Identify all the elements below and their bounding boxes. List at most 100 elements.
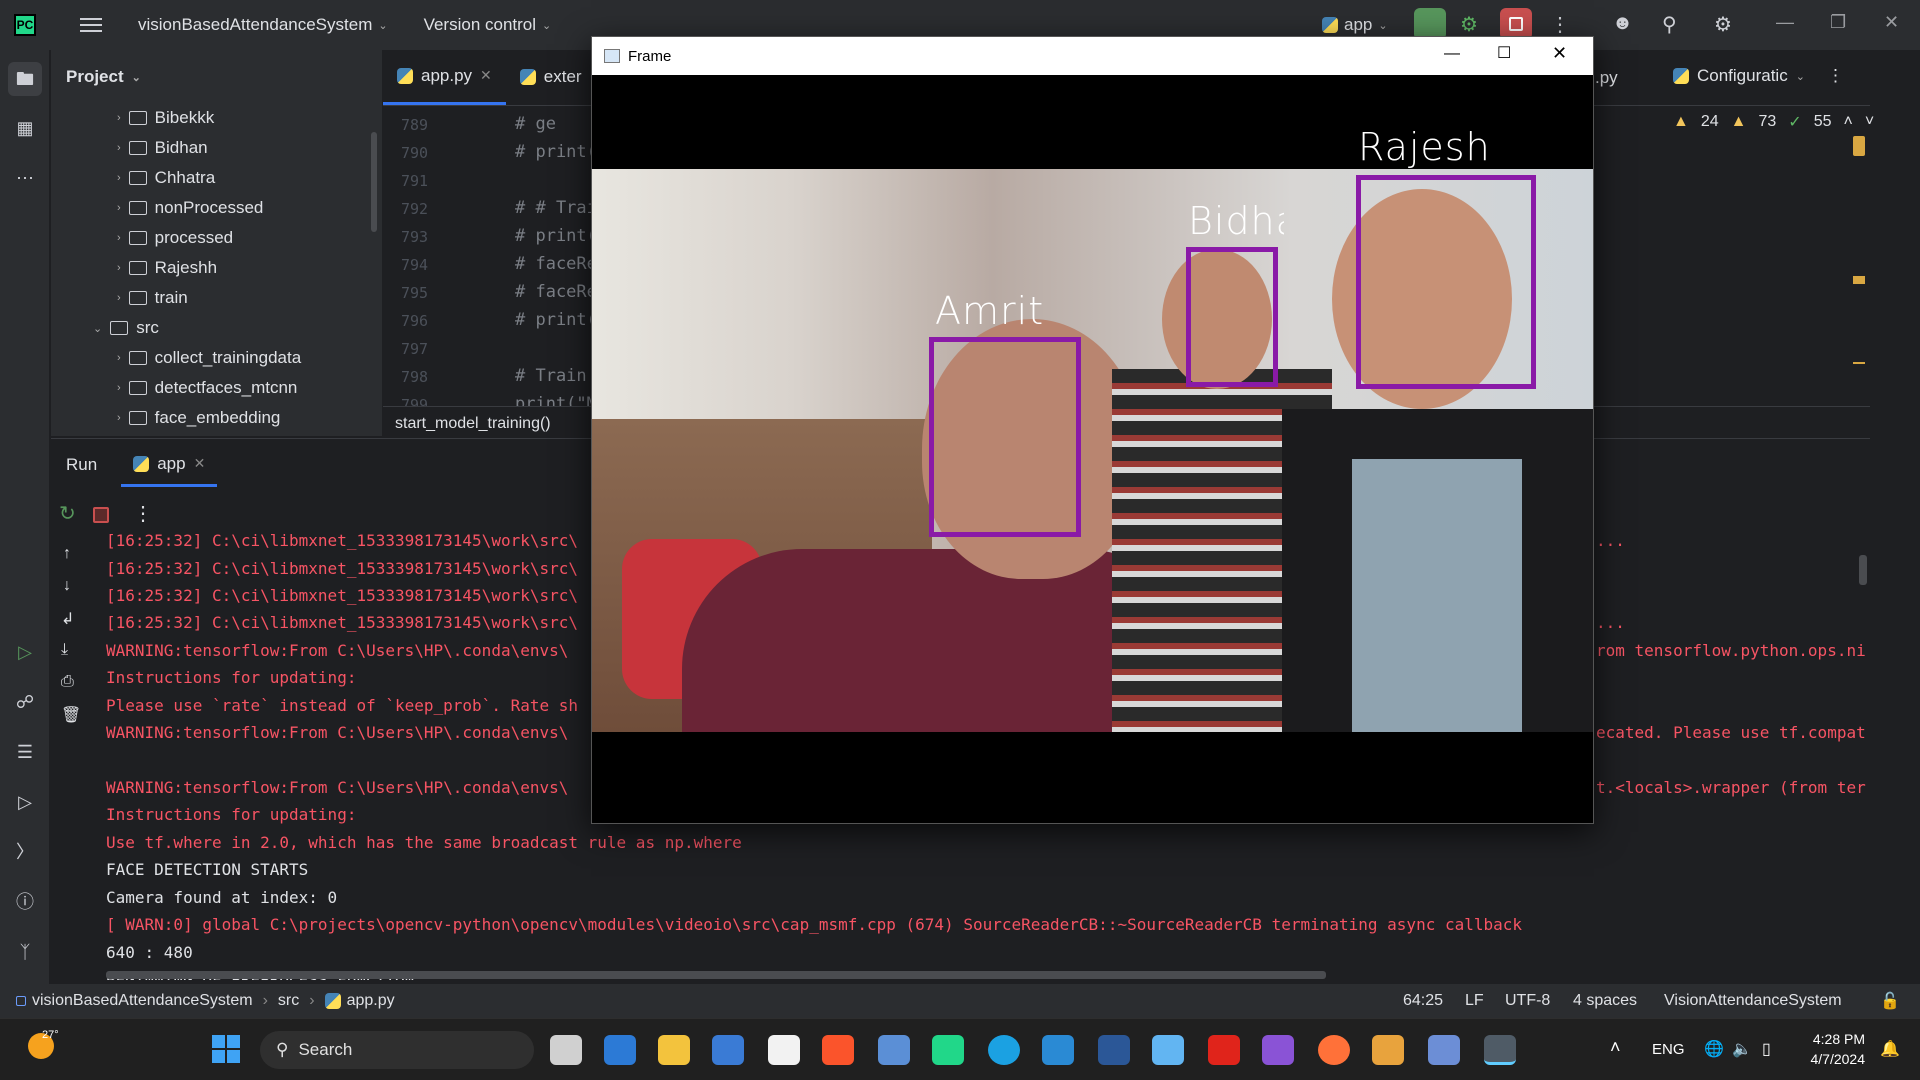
scroll-up-icon[interactable]: ↑ (63, 545, 71, 563)
indent-setting[interactable]: 4 spaces (1573, 992, 1637, 1010)
stop-icon[interactable] (93, 507, 109, 523)
soft-wrap-icon[interactable]: ↲ (61, 609, 74, 629)
git-icon[interactable]: ᛉ (13, 940, 37, 964)
layers-icon[interactable]: ☰ (13, 740, 37, 764)
add-user-icon[interactable]: ☻ (1612, 12, 1633, 35)
rerun-icon[interactable]: ↻ (59, 501, 76, 526)
scroll-to-end-icon[interactable]: ⤓ (61, 641, 68, 659)
firefox-icon[interactable] (1318, 1035, 1350, 1065)
console-horizontal-scrollbar[interactable] (106, 971, 1326, 979)
run-config-selector[interactable]: app ⌄ (1322, 15, 1388, 35)
face-bounding-box[interactable] (1186, 247, 1278, 387)
line-separator[interactable]: LF (1465, 992, 1484, 1010)
notepad-icon[interactable] (1152, 1035, 1184, 1065)
battery-icon[interactable]: ▯ (1762, 1039, 1771, 1059)
notification-bell-icon[interactable]: 🔔 (1880, 1039, 1900, 1059)
caret-position[interactable]: 64:25 (1403, 992, 1443, 1010)
face-bounding-box[interactable] (1356, 175, 1536, 389)
version-control-menu[interactable]: Version control ⌄ (424, 15, 552, 35)
chevron-down-icon[interactable]: ˅ (1865, 113, 1874, 131)
edge-icon[interactable] (988, 1035, 1020, 1065)
frame-window[interactable]: Frame — ☐ ✕ Amrit Bidhan Rajesh (591, 36, 1594, 824)
close-icon[interactable]: ✕ (1552, 43, 1567, 64)
project-header[interactable]: Project ⌄ (51, 50, 382, 104)
tree-item[interactable]: ⌄ src (93, 313, 159, 343)
acrobat-icon[interactable] (1208, 1035, 1240, 1065)
pycharm-logo-icon[interactable]: PC (14, 14, 36, 36)
code-line[interactable]: # print( (515, 142, 597, 162)
close-tab-icon[interactable]: ✕ (480, 67, 492, 84)
tree-item[interactable]: › Bibekkk (117, 103, 214, 133)
code-line[interactable]: # print( (515, 310, 597, 330)
restore-icon[interactable]: ❐ (1830, 12, 1846, 33)
notes-icon[interactable] (768, 1035, 800, 1065)
console-scrollbar[interactable] (1859, 555, 1867, 585)
visual-studio-icon[interactable] (1262, 1035, 1294, 1065)
chevron-up-icon[interactable]: ˄ (1610, 1037, 1621, 1058)
tree-item[interactable]: › Bidhan (117, 133, 208, 163)
project-scrollbar[interactable] (371, 132, 377, 232)
problems-icon[interactable]: ⓘ (13, 890, 37, 914)
debug-icon[interactable]: ⚙ (1460, 12, 1478, 37)
python-console-icon[interactable]: ☍ (13, 690, 37, 714)
configuration-tab[interactable]: Configuratic ⌄ ⋮ (1673, 66, 1844, 86)
tree-item[interactable]: › train (117, 283, 188, 313)
code-line[interactable]: # Train (515, 366, 587, 386)
frame-window-icon[interactable] (1484, 1035, 1516, 1065)
inspection-widget[interactable]: ▲ 24 ▲ 73 ✓ 55 ˄ ˅ (1673, 112, 1874, 132)
terminal-icon[interactable]: 〉 (13, 840, 37, 864)
close-icon[interactable]: ✕ (1884, 12, 1899, 33)
project-switcher[interactable]: visionBasedAttendanceSystem ⌄ (138, 15, 388, 35)
services-icon[interactable]: ▷ (13, 790, 37, 814)
vscode-icon[interactable] (1042, 1035, 1074, 1065)
code-line[interactable]: # # Trai (515, 198, 597, 218)
app-icon[interactable] (712, 1035, 744, 1065)
chevron-up-icon[interactable]: ˄ (1843, 113, 1852, 131)
warning-marker[interactable] (1853, 362, 1865, 364)
windows-start-icon[interactable] (212, 1035, 240, 1063)
more-options-icon[interactable]: ⋮ (1550, 12, 1570, 37)
run-tool-icon[interactable]: ▷ (13, 640, 37, 664)
brave-icon[interactable] (822, 1035, 854, 1065)
file-explorer-icon[interactable] (658, 1035, 690, 1065)
tree-item[interactable]: › collect_trainingdata (117, 343, 301, 373)
code-line[interactable]: print("M (515, 394, 597, 406)
git-icon[interactable] (1372, 1035, 1404, 1065)
scroll-down-icon[interactable]: ↓ (63, 577, 71, 595)
tab-app-py[interactable]: app.py ✕ (383, 49, 506, 105)
clear-all-icon[interactable]: 🗑 (61, 705, 81, 725)
tree-item[interactable]: › nonProcessed (117, 193, 263, 223)
status-project[interactable]: visionBasedAttendanceSystem (32, 992, 253, 1010)
tree-item[interactable]: › Chhatra (117, 163, 215, 193)
warning-marker[interactable] (1853, 136, 1865, 156)
minimize-icon[interactable]: — (1776, 12, 1794, 33)
task-view-icon[interactable] (550, 1035, 582, 1065)
warning-marker[interactable] (1853, 276, 1865, 284)
close-tab-icon[interactable]: ✕ (194, 455, 206, 472)
code-line[interactable]: # print( (515, 226, 597, 246)
volume-icon[interactable]: 🔈 (1732, 1039, 1752, 1059)
main-menu-icon[interactable] (80, 18, 102, 32)
clock-time[interactable]: 4:28 PM (1805, 1031, 1865, 1047)
remote-desktop-icon[interactable] (1428, 1035, 1460, 1065)
search-icon[interactable]: ⚲ (1662, 12, 1677, 37)
word-icon[interactable] (1098, 1035, 1130, 1065)
taskbar-search[interactable]: ⚲ Search (260, 1031, 534, 1069)
structure-icon[interactable]: ▦ (13, 116, 37, 140)
tree-item[interactable]: › processed (117, 223, 233, 253)
project-folder-icon[interactable]: 🖿 (8, 62, 42, 96)
code-line[interactable]: # ge (515, 114, 556, 134)
network-icon[interactable]: 🌐 (1704, 1039, 1724, 1059)
tree-item[interactable]: › Rajeshh (117, 253, 217, 283)
status-src[interactable]: src (278, 992, 299, 1010)
settings-icon[interactable]: ⚙ (1714, 12, 1732, 37)
face-bounding-box[interactable] (929, 337, 1081, 537)
chevron-down-icon[interactable]: ⌄ (1796, 70, 1805, 83)
language-indicator[interactable]: ENG (1652, 1041, 1685, 1058)
tab-external[interactable]: exter (506, 49, 596, 105)
photos-icon[interactable] (878, 1035, 910, 1065)
maximize-icon[interactable]: ☐ (1497, 43, 1511, 63)
clock-date[interactable]: 4/7/2024 (1805, 1051, 1866, 1067)
more-tabs-icon[interactable]: ⋮ (1827, 66, 1844, 86)
minimize-icon[interactable]: — (1444, 45, 1460, 63)
